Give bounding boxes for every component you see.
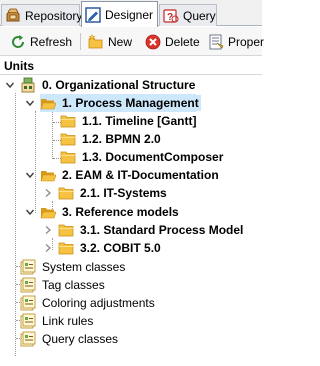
collapse-arrow-icon[interactable] [24,206,36,218]
toolbar: Refresh New Delete Proper [0,27,264,56]
class-list-icon [20,295,36,311]
properties-icon [209,34,224,49]
tree-node-label: Coloring adjustments [42,296,155,310]
delete-icon [145,34,161,49]
folder-icon [60,151,76,164]
expand-arrow-icon[interactable] [42,242,54,254]
tree-node-label: 0. Organizational Structure [42,78,196,92]
expand-arrow-icon[interactable] [42,187,54,199]
tree-node-label: 1. Process Management [60,95,201,111]
tree-node-label: 1.2. BPMN 2.0 [82,132,161,146]
new-button[interactable]: New [88,31,132,52]
refresh-button[interactable]: Refresh [10,31,72,52]
tree-node-label: 1.3. DocumentComposer [82,150,224,164]
class-list-icon [20,313,36,329]
tree-node-system-classes[interactable]: System classes [20,258,127,276]
tree-node-label: 3. Reference models [62,205,179,219]
tab-query-label: Query [183,8,216,23]
query-icon: ? [163,8,179,23]
tab-strip: Repository Designer ? Query [0,0,262,27]
repository-icon [6,8,20,21]
collapse-arrow-icon[interactable] [24,97,36,109]
tree-guide-line [35,111,36,213]
new-label: New [108,34,133,49]
units-tree: 0. Organizational Structure 1. Process M… [0,76,262,366]
tree-node-label: 1.1. Timeline [Gantt] [82,114,197,128]
folder-icon [58,187,74,200]
new-folder-icon [88,33,103,48]
tree-node-standard-process-model[interactable]: 3.1. Standard Process Model [42,221,245,239]
folder-icon [60,133,76,146]
tree-node-reference-models[interactable]: 3. Reference models [24,203,181,221]
tree-node-label: 2.1. IT-Systems [80,186,167,200]
toolbar-divider [80,33,81,50]
tree-node-label: System classes [42,260,126,274]
delete-label: Delete [165,34,200,49]
tree-node-label: Link rules [42,314,94,328]
open-folder-icon [40,99,56,110]
folder-icon [58,224,74,237]
collapse-arrow-icon[interactable] [4,79,16,91]
tab-designer[interactable]: Designer [81,1,158,27]
tree-guide-line [15,93,16,356]
tree-node-it-systems[interactable]: 2.1. IT-Systems [42,184,169,202]
tree-guide-line [52,111,53,159]
tree-node-timeline[interactable]: 1.1. Timeline [Gantt] [60,112,198,130]
tree-node-tag-classes[interactable]: Tag classes [20,276,107,294]
expand-arrow-icon[interactable] [42,224,54,236]
properties-button[interactable]: Proper [208,31,264,52]
tree-node-eam[interactable]: 2. EAM & IT-Documentation [24,166,221,184]
tree-node-query-classes[interactable]: Query classes [20,330,120,348]
tree-node-link-rules[interactable]: Link rules [20,312,95,330]
tab-query[interactable]: ? Query [159,4,217,26]
tab-designer-label: Designer [105,7,154,22]
tree-node-label: Query classes [42,332,119,346]
properties-label: Proper [228,34,265,49]
tree-node-label: Tag classes [42,278,105,292]
collapse-arrow-icon[interactable] [24,169,36,181]
class-list-icon [20,277,36,293]
tree-node-label: 3.2. COBIT 5.0 [80,241,161,255]
refresh-label: Refresh [30,34,73,49]
class-list-icon [20,259,36,275]
tree-node-organizational-structure[interactable]: 0. Organizational Structure [4,76,197,94]
tree-node-label: 2. EAM & IT-Documentation [62,168,219,182]
open-folder-icon [40,171,56,182]
tree-node-coloring-adjustments[interactable]: Coloring adjustments [20,294,157,312]
units-header: Units [0,57,262,75]
delete-button[interactable]: Delete [145,31,200,52]
folder-icon [58,242,74,255]
tree-node-label: 3.1. Standard Process Model [80,223,244,237]
open-folder-icon [40,208,56,219]
tree-node-document-composer[interactable]: 1.3. DocumentComposer [60,148,225,166]
tree-node-process-management[interactable]: 1. Process Management [24,94,201,112]
designer-icon [85,6,101,23]
class-list-icon [20,331,36,347]
tree-node-bpmn[interactable]: 1.2. BPMN 2.0 [60,130,163,148]
folder-icon [60,115,76,128]
tab-repository[interactable]: Repository [1,4,83,26]
org-structure-icon [21,77,35,93]
tab-repository-label: Repository [25,8,83,23]
tree-node-cobit[interactable]: 3.2. COBIT 5.0 [42,239,163,257]
refresh-icon [12,34,25,48]
